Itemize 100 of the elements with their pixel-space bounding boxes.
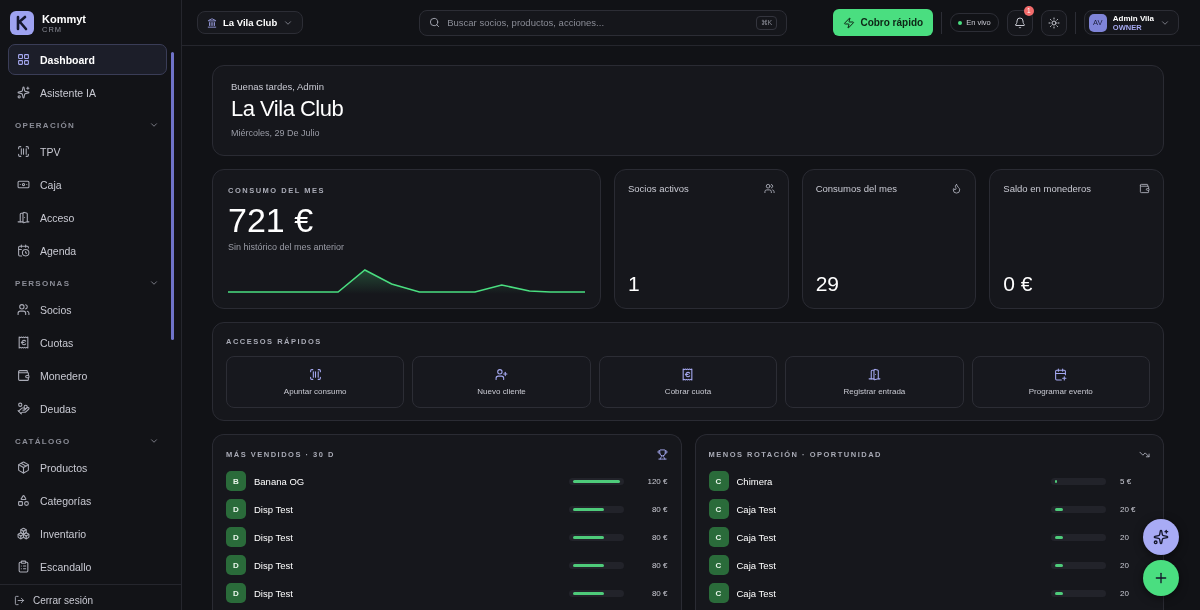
- initial-tile: C: [708, 583, 729, 603]
- nav-item[interactable]: Agenda: [8, 235, 167, 266]
- trend-down-icon: [1139, 449, 1150, 460]
- nav-item[interactable]: Productos: [8, 452, 167, 483]
- initial-tile: D: [226, 499, 246, 519]
- quick-action-button[interactable]: Cobrar cuota: [598, 356, 778, 408]
- stat-value: 0 €: [1003, 272, 1034, 296]
- scrollbar[interactable]: [171, 52, 174, 340]
- section-title: OPERACIÓN: [15, 120, 76, 130]
- hand-coins-icon: [17, 402, 30, 415]
- logo-icon: [10, 11, 34, 35]
- flame-icon: [951, 183, 963, 194]
- bell-icon: [1013, 16, 1026, 29]
- initial-tile: D: [226, 555, 246, 575]
- package-icon: [17, 461, 30, 474]
- amount: 20: [1120, 588, 1130, 598]
- product-name: Disp Test: [254, 503, 294, 515]
- sparkle-icon: [1153, 529, 1169, 545]
- calendar-clock-icon: [17, 244, 30, 257]
- amount: 80 €: [650, 560, 668, 570]
- product-name: Caja Test: [736, 587, 777, 599]
- stat-note: Sin histórico del mes anterior: [228, 242, 346, 252]
- nav-item[interactable]: TPV: [8, 136, 167, 167]
- wallet-icon: [1139, 183, 1150, 194]
- quick-action-button[interactable]: Apuntar consumo: [226, 356, 405, 408]
- club-title: La Vila Club: [231, 96, 345, 122]
- nav-item[interactable]: Caja: [8, 169, 167, 200]
- nav-item[interactable]: Escandallo: [8, 551, 167, 582]
- nav-item[interactable]: Acceso: [8, 202, 167, 233]
- door-icon: [867, 368, 881, 381]
- amount: 120 €: [646, 476, 668, 486]
- nav-item[interactable]: Deudas: [8, 393, 167, 424]
- date: Miércoles, 29 De Julio: [231, 128, 321, 138]
- app-name: Kommyt: [42, 12, 86, 25]
- quick-action-button[interactable]: Registrar entrada: [785, 356, 964, 408]
- sparkle-icon: [17, 86, 30, 99]
- sun-icon: [1047, 16, 1060, 29]
- banknote-icon: [17, 178, 30, 191]
- users-icon: [763, 183, 775, 194]
- quick-action-button[interactable]: Nuevo cliente: [412, 356, 591, 408]
- nav-item[interactable]: Asistente IA: [8, 77, 167, 108]
- nav-item[interactable]: Categorías: [8, 485, 167, 516]
- logout-link[interactable]: Cerrar sesión: [33, 595, 94, 606]
- stat-label: Saldo en monederos: [1003, 183, 1091, 194]
- receipt-icon: [17, 336, 30, 349]
- initial-tile: D: [226, 527, 246, 547]
- add-button[interactable]: [1143, 560, 1179, 596]
- amount: 20 €: [1120, 504, 1137, 514]
- assistant-button[interactable]: [1143, 519, 1179, 555]
- wallet-icon: [17, 369, 30, 382]
- nav-item[interactable]: Socios: [8, 294, 167, 325]
- grid-icon: [17, 53, 30, 66]
- initial-tile: B: [226, 471, 246, 491]
- initial-tile: C: [708, 471, 729, 491]
- product-name: Caja Test: [736, 503, 777, 515]
- user-name: Admin Vila: [1112, 13, 1154, 23]
- initial-tile: C: [708, 527, 729, 547]
- initial-tile: C: [708, 555, 729, 575]
- users-icon: [17, 303, 30, 316]
- stat-label: Socios activos: [628, 183, 689, 194]
- chevron-down-icon[interactable]: [149, 278, 159, 288]
- product-name: Disp Test: [254, 587, 294, 599]
- building-icon: [207, 17, 217, 28]
- quick-pay-button[interactable]: Cobro rápido: [833, 9, 934, 36]
- stat-value: 1: [628, 272, 641, 296]
- product-name: Disp Test: [254, 559, 294, 571]
- theme-button[interactable]: [1040, 9, 1067, 36]
- product-name: Disp Test: [254, 531, 294, 543]
- chevron-down-icon[interactable]: [149, 120, 159, 130]
- nav-item[interactable]: Inventario: [8, 518, 167, 549]
- stat-value: 721 €: [228, 201, 315, 240]
- calendar-plus-icon: [1054, 368, 1068, 381]
- shapes-icon: [17, 494, 30, 507]
- door-icon: [17, 211, 30, 224]
- amount: 80 €: [650, 532, 668, 542]
- search-icon: [429, 16, 441, 28]
- section-title: PERSONAS: [15, 278, 71, 288]
- nav-item[interactable]: Monedero: [8, 360, 167, 391]
- barcode-icon: [308, 368, 322, 381]
- nav-item[interactable]: Cuotas: [8, 327, 167, 358]
- club-selector[interactable]: La Vila Club: [197, 11, 304, 34]
- stat-label: Consumos del mes: [815, 183, 897, 194]
- boxes-icon: [17, 527, 30, 540]
- amount: 80 €: [650, 588, 668, 598]
- nav-item[interactable]: Dashboard: [8, 44, 167, 75]
- user-plus-icon: [495, 368, 509, 381]
- amount: 20: [1120, 532, 1130, 542]
- chevron-down-icon[interactable]: [149, 436, 159, 446]
- product-name: Chimera: [736, 475, 774, 487]
- trophy-icon: [656, 449, 668, 460]
- amount: 5 €: [1120, 476, 1133, 486]
- quick-action-button[interactable]: Programar evento: [971, 356, 1150, 408]
- lightning-icon: [843, 16, 856, 29]
- amount: 80 €: [650, 504, 668, 514]
- logout-icon: [14, 595, 25, 606]
- initial-tile: D: [226, 583, 246, 603]
- stat-value: 29: [815, 272, 840, 296]
- receipt-icon: [681, 368, 695, 381]
- greeting: Buenas tardes, Admin: [231, 81, 325, 92]
- initial-tile: C: [708, 499, 729, 519]
